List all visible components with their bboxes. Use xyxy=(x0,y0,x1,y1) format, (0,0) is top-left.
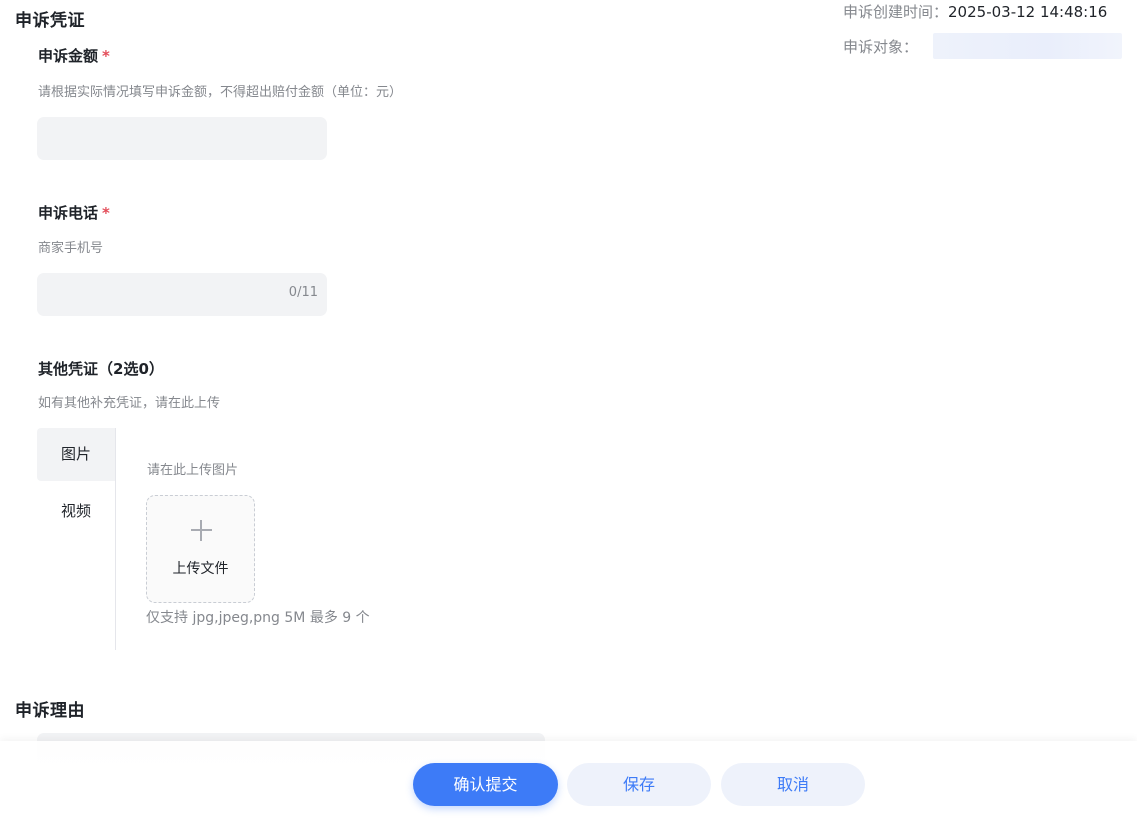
other-evidence-label: 其他凭证（2选0） xyxy=(38,360,164,378)
amount-field-hint: 请根据实际情况填写申诉金额，不得超出赔付金额（单位：元） xyxy=(38,85,403,100)
cancel-button[interactable]: 取消 xyxy=(721,763,865,806)
created-time-value: 2025-03-12 14:48:16 xyxy=(948,3,1108,21)
other-evidence-hint: 如有其他补充凭证，请在此上传 xyxy=(38,396,221,411)
evidence-section-title: 申诉凭证 xyxy=(15,11,85,31)
save-button[interactable]: 保存 xyxy=(567,763,711,806)
object-value-redacted xyxy=(933,33,1122,59)
object-label: 申诉对象： xyxy=(843,38,919,56)
upload-hint: 请在此上传图片 xyxy=(147,463,239,478)
phone-field-hint: 商家手机号 xyxy=(38,241,104,256)
upload-format-note: 仅支持 jpg,jpeg,png 5M 最多 9 个 xyxy=(146,610,370,626)
phone-input[interactable]: 0/11 xyxy=(37,273,327,316)
footer-action-bar: 确认提交 保存 取消 xyxy=(0,741,1137,818)
required-mark: * xyxy=(102,47,110,65)
upload-file-label: 上传文件 xyxy=(172,561,229,577)
evidence-type-tabs: 图片 视频 xyxy=(37,428,116,650)
reason-section-title: 申诉理由 xyxy=(15,701,85,721)
amount-label-text: 申诉金额 xyxy=(38,47,99,65)
plus-icon xyxy=(191,520,212,541)
created-time-row: 申诉创建时间：2025-03-12 14:48:16 xyxy=(843,1,1107,22)
submit-button[interactable]: 确认提交 xyxy=(413,763,558,806)
amount-input[interactable] xyxy=(37,117,327,160)
phone-label-text: 申诉电话 xyxy=(38,204,99,222)
upload-file-button[interactable]: 上传文件 xyxy=(146,495,255,603)
phone-field-label: 申诉电话 * xyxy=(38,202,110,223)
amount-field-label: 申诉金额 * xyxy=(38,45,110,66)
tab-video[interactable]: 视频 xyxy=(37,485,115,538)
created-time-label: 申诉创建时间： xyxy=(843,3,949,21)
tab-image[interactable]: 图片 xyxy=(37,428,115,481)
required-mark: * xyxy=(102,204,110,222)
phone-char-counter: 0/11 xyxy=(288,285,318,300)
